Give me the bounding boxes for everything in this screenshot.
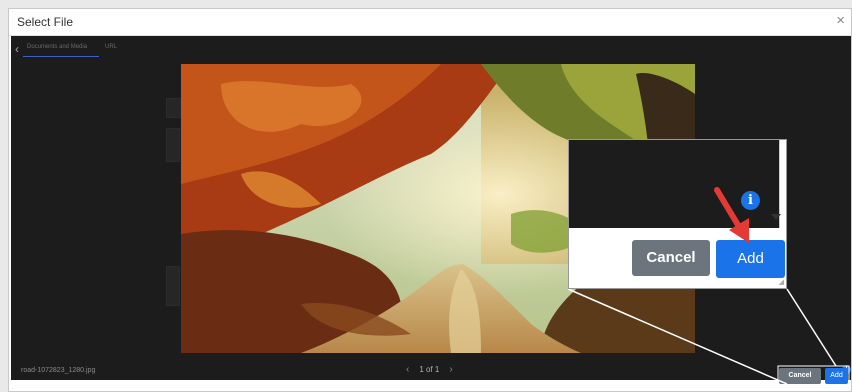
chevron-right-icon[interactable]: › (449, 364, 452, 375)
cancel-button[interactable]: Cancel (779, 368, 821, 384)
chevron-left-icon[interactable]: ‹ (406, 364, 409, 375)
add-button[interactable]: Add (825, 368, 848, 384)
tab-documents-and-media[interactable]: Documents and Media (27, 44, 87, 50)
pagination: ‹ 1 of 1 › (406, 364, 453, 375)
chevron-left-icon[interactable]: ‹ (15, 42, 19, 56)
active-tab-indicator (23, 56, 99, 57)
dialog-title: Select File (17, 15, 74, 29)
close-icon[interactable]: × (836, 12, 845, 29)
page-counter: 1 of 1 (419, 365, 440, 374)
dialog-header: Select File × (9, 9, 851, 36)
file-name: road-1072823_1280.jpg (21, 367, 96, 374)
zoom-callout: i Cancel Add ◢ (568, 139, 787, 289)
arrow-annotation-icon (714, 187, 749, 243)
tab-url[interactable]: URL (105, 44, 117, 50)
background-field (166, 128, 180, 162)
background-field (166, 266, 180, 306)
